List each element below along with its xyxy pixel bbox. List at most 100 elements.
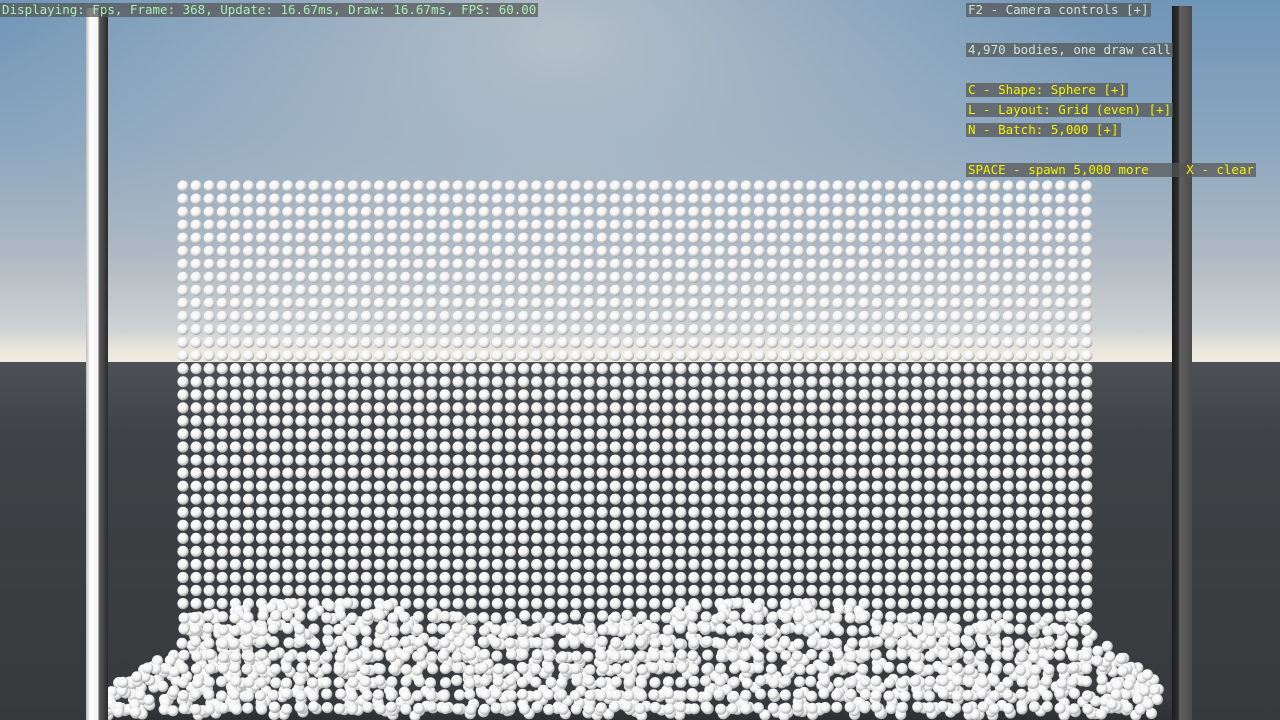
sphere-body: [1081, 532, 1093, 545]
sphere-body: [294, 701, 306, 713]
sphere-body: [845, 650, 857, 663]
camera-controls-toggle[interactable]: F2 - Camera controls [+]: [966, 3, 1151, 17]
sphere-body: [937, 467, 949, 479]
sphere-body: [793, 571, 805, 584]
sphere-body: [675, 232, 687, 244]
sphere-body: [819, 258, 831, 270]
sphere-body: [308, 402, 320, 414]
sphere-body: [649, 258, 661, 270]
sphere-body: [701, 180, 713, 192]
sphere-body: [714, 310, 726, 323]
sphere-body: [688, 675, 700, 688]
sphere-body: [373, 584, 386, 597]
sphere-body: [819, 584, 831, 597]
sphere-body: [439, 519, 451, 531]
sphere-body: [204, 648, 216, 661]
sphere-body: [832, 545, 844, 558]
sphere-body: [360, 519, 372, 531]
sphere-body: [557, 612, 569, 624]
sphere-body: [976, 493, 988, 505]
sphere-body: [752, 702, 765, 714]
sphere-body: [871, 506, 883, 518]
sphere-body: [190, 558, 202, 571]
sphere-body: [701, 415, 713, 427]
batch-option[interactable]: N - Batch: 5,000 [+]: [966, 123, 1121, 137]
sphere-body: [439, 428, 451, 440]
sphere-body: [976, 284, 988, 296]
sphere-body: [452, 402, 464, 414]
sphere-body: [780, 245, 792, 257]
sphere-body: [871, 532, 883, 545]
sphere-body: [1042, 245, 1054, 257]
sphere-body: [1055, 310, 1067, 323]
sphere-body: [544, 219, 556, 231]
sphere-body: [766, 519, 779, 531]
sphere-body: [819, 297, 831, 309]
sphere-body: [819, 284, 831, 296]
sphere-body: [518, 532, 530, 545]
sphere-body: [452, 324, 464, 336]
sphere-body: [295, 232, 307, 244]
sphere-body: [177, 193, 189, 205]
shape-option[interactable]: C - Shape: Sphere [+]: [966, 83, 1129, 97]
sphere-body: [609, 650, 621, 663]
sphere-body: [622, 297, 635, 309]
sphere-body: [727, 350, 739, 362]
sphere-body: [871, 232, 883, 244]
sphere-body: [793, 389, 805, 401]
sphere-body: [1015, 428, 1027, 440]
sphere-body: [334, 519, 346, 531]
sphere-body: [832, 206, 844, 218]
sphere-body: [295, 376, 307, 388]
sphere-body: [1095, 708, 1107, 720]
sphere-body: [373, 206, 386, 218]
sphere-body: [701, 271, 713, 283]
sphere-body: [178, 703, 190, 715]
sphere-body: [256, 545, 268, 558]
sphere-body: [518, 193, 530, 205]
sphere-body: [256, 454, 268, 466]
sphere-body: [740, 245, 752, 257]
sphere-body: [1042, 363, 1054, 375]
sphere-body: [780, 284, 792, 296]
sphere-body: [400, 415, 412, 427]
sphere-body: [203, 350, 215, 362]
sphere-body: [819, 389, 831, 401]
sphere-body: [715, 703, 727, 715]
sphere-body: [884, 337, 897, 349]
sphere-body: [963, 363, 975, 375]
sphere-body: [963, 258, 975, 270]
sphere-body: [177, 284, 189, 296]
sphere-body: [845, 232, 857, 244]
sphere-body: [911, 638, 923, 650]
sphere-body: [295, 350, 307, 362]
layout-option[interactable]: L - Layout: Grid (even) [+]: [966, 103, 1174, 117]
sphere-body: [1042, 350, 1054, 362]
sphere-body: [544, 245, 556, 257]
sphere-body: [897, 454, 910, 466]
sphere-body: [897, 219, 910, 231]
sphere-body: [596, 363, 608, 375]
spawn-more-action[interactable]: SPACE - spawn 5,000 more X - clear: [966, 163, 1256, 177]
sphere-body: [845, 415, 857, 427]
sphere-body: [203, 284, 215, 296]
sphere-body: [203, 219, 215, 231]
sphere-body: [203, 271, 215, 283]
sphere-body: [1042, 258, 1054, 270]
sphere-body: [649, 571, 661, 584]
sphere-body: [937, 271, 949, 283]
sphere-body: [400, 690, 412, 702]
sphere-body: [609, 402, 621, 414]
sphere-body: [976, 363, 988, 375]
sphere-body: [1015, 506, 1027, 518]
sphere-body: [269, 350, 281, 362]
sphere-body: [741, 611, 753, 623]
sphere-body: [465, 598, 477, 610]
sphere-body: [360, 284, 372, 296]
sphere-body: [832, 324, 844, 336]
sphere-body: [478, 441, 490, 453]
sphere-body: [203, 258, 215, 270]
sphere-body: [937, 180, 949, 192]
sphere-body: [557, 363, 569, 375]
sphere-body: [1081, 337, 1093, 349]
